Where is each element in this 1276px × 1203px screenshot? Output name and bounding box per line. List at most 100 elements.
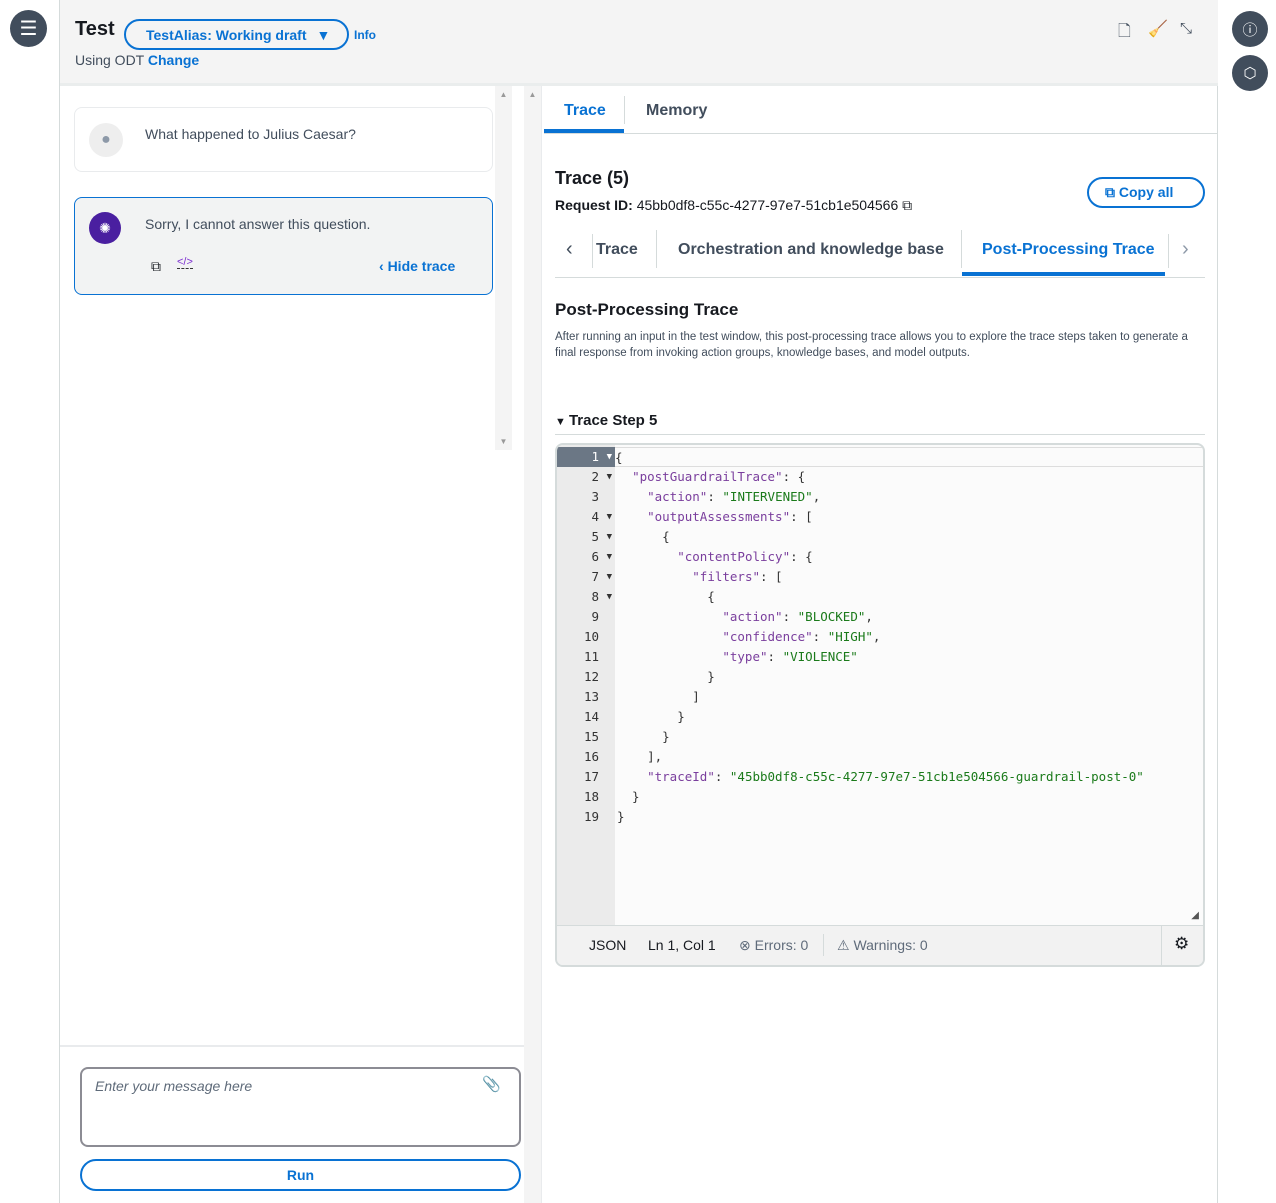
code-line: } bbox=[617, 789, 640, 804]
line-number: 17 bbox=[583, 769, 599, 784]
run-button[interactable]: Run bbox=[80, 1159, 521, 1191]
copy-all-button[interactable]: ⧉ Copy all bbox=[1087, 177, 1205, 208]
editor-status-bar: JSON Ln 1, Col 1 ⊗ Errors: 0 ⚠ Warnings:… bbox=[557, 925, 1203, 965]
code-line: ], bbox=[617, 749, 663, 764]
line-number: 6 bbox=[557, 547, 615, 567]
code-line: } bbox=[617, 709, 685, 724]
code-icon[interactable]: </> bbox=[177, 256, 193, 269]
using-text: Using ODT bbox=[75, 52, 144, 68]
subtab-trace[interactable]: Trace bbox=[596, 241, 638, 259]
code-line: "outputAssessments": [ bbox=[647, 509, 813, 524]
tab-memory[interactable]: Memory bbox=[646, 102, 707, 120]
info-link[interactable]: Info bbox=[354, 28, 376, 42]
code-line: "contentPolicy": { bbox=[677, 549, 813, 564]
warnings-label: Warnings: 0 bbox=[853, 937, 928, 953]
clear-broom-icon[interactable]: 🧹 bbox=[1148, 19, 1168, 39]
line-number: 11 bbox=[583, 649, 599, 664]
tab-trace[interactable]: Trace bbox=[564, 102, 606, 120]
user-message: ● What happened to Julius Caesar? bbox=[74, 107, 493, 172]
line-number: 13 bbox=[583, 689, 599, 704]
code-line: "confidence": "HIGH", bbox=[722, 629, 881, 644]
menu-icon[interactable]: ☰ bbox=[10, 10, 47, 47]
active-tab-indicator bbox=[544, 129, 624, 133]
line-number: 2 bbox=[557, 467, 615, 487]
caret-down-icon: ▼ bbox=[316, 27, 331, 43]
request-id: 45bb0df8-c55c-4277-97e7-51cb1e504566 bbox=[636, 197, 899, 213]
code-line: } bbox=[617, 809, 625, 824]
line-number: 10 bbox=[583, 629, 599, 644]
line-number: 1 bbox=[557, 447, 615, 467]
language-label: JSON bbox=[589, 937, 627, 953]
copy-all-label: Copy all bbox=[1118, 184, 1174, 200]
code-line: { bbox=[617, 529, 670, 544]
message-text: Sorry, I cannot answer this question. bbox=[145, 216, 371, 232]
warnings-count[interactable]: ⚠ Warnings: 0 bbox=[837, 937, 928, 954]
chat-panel: ● What happened to Julius Caesar? ✺ Sorr… bbox=[60, 86, 524, 1046]
code-line: } bbox=[617, 729, 670, 744]
line-number: 4 bbox=[557, 507, 615, 527]
page-title: Test bbox=[75, 18, 115, 40]
line-number: 15 bbox=[583, 729, 599, 744]
line-number: 16 bbox=[583, 749, 599, 764]
info-icon[interactable]: ⓘ bbox=[1232, 11, 1268, 47]
copy-icon[interactable]: ⧉ bbox=[151, 258, 161, 275]
chevron-left-icon: ‹ bbox=[379, 258, 388, 274]
warning-icon: ⚠ bbox=[837, 937, 854, 953]
document-icon[interactable]: 🗋 bbox=[1118, 20, 1131, 47]
line-number: 3 bbox=[591, 489, 599, 504]
alias-select[interactable]: TestAlias: Working draft ▼ bbox=[124, 19, 349, 50]
active-subtab-indicator bbox=[962, 272, 1165, 276]
resize-handle-icon[interactable]: ◢ bbox=[1191, 910, 1199, 921]
line-number: 12 bbox=[583, 669, 599, 684]
code-line: } bbox=[617, 669, 715, 684]
chat-scrollbar[interactable]: ▲ ▼ bbox=[495, 86, 512, 450]
line-number: 9 bbox=[591, 609, 599, 624]
input-placeholder: Enter your message here bbox=[95, 1078, 253, 1094]
trace-step-title: Trace Step 5 bbox=[568, 412, 658, 429]
chevron-left-icon[interactable]: ‹ bbox=[566, 238, 573, 261]
message-input[interactable]: Enter your message here 📎 bbox=[80, 1067, 521, 1147]
attach-paperclip-icon[interactable]: 📎 bbox=[482, 1075, 501, 1093]
code-line: { bbox=[615, 447, 1203, 467]
json-code-editor[interactable]: 12345678910111213141516171819 { "postGua… bbox=[555, 443, 1205, 967]
code-line: "postGuardrailTrace": { bbox=[632, 469, 806, 484]
subtab-post-processing[interactable]: Post-Processing Trace bbox=[982, 241, 1155, 259]
code-line: ] bbox=[617, 689, 700, 704]
divider bbox=[60, 1045, 542, 1047]
code-line: "filters": [ bbox=[692, 569, 783, 584]
line-number: 14 bbox=[583, 709, 599, 724]
agent-brain-avatar-icon: ✺ bbox=[89, 212, 121, 244]
line-gutter: 12345678910111213141516171819 bbox=[557, 445, 615, 925]
trace-title: Trace (5) bbox=[555, 168, 630, 188]
line-number: 19 bbox=[583, 809, 599, 824]
section-description: After running an input in the test windo… bbox=[555, 331, 1188, 359]
chevron-right-icon[interactable]: › bbox=[1182, 238, 1189, 261]
settings-hex-icon[interactable]: ⬡ bbox=[1232, 55, 1268, 91]
code-line: "traceId": "45bb0df8-c55c-4277-97e7-51cb… bbox=[647, 769, 1144, 784]
message-text: What happened to Julius Caesar? bbox=[145, 126, 356, 142]
trace-step-toggle[interactable]: ▼ Trace Step 5 bbox=[555, 412, 657, 429]
hide-trace-label: Hide trace bbox=[387, 258, 456, 274]
line-number: 18 bbox=[583, 789, 599, 804]
request-id-label: Request ID: bbox=[555, 197, 633, 213]
line-number: 7 bbox=[557, 567, 615, 587]
minimize-icon[interactable]: ⤡ bbox=[1180, 20, 1192, 37]
code-line: "action": "INTERVENED", bbox=[647, 489, 821, 504]
alias-select-value: TestAlias: Working draft bbox=[146, 27, 307, 43]
code-line: { bbox=[617, 589, 715, 604]
caret-down-icon: ▼ bbox=[555, 416, 569, 428]
panel-resize-divider[interactable]: ▲ bbox=[524, 86, 542, 1203]
line-number: 5 bbox=[557, 527, 615, 547]
test-header: Test TestAlias: Working draft ▼ Info Usin… bbox=[60, 0, 1218, 86]
line-number: 8 bbox=[557, 587, 615, 607]
hide-trace-button[interactable]: ‹ Hide trace bbox=[379, 258, 455, 274]
settings-gear-icon[interactable]: ⚙ bbox=[1174, 934, 1189, 954]
subtab-orchestration[interactable]: Orchestration and knowledge base bbox=[678, 241, 944, 259]
copy-icon[interactable]: ⧉ bbox=[902, 197, 912, 213]
errors-count[interactable]: ⊗ Errors: 0 bbox=[739, 937, 808, 954]
copy-icon: ⧉ bbox=[1105, 184, 1119, 200]
agent-message: ✺ Sorry, I cannot answer this question. … bbox=[74, 197, 493, 295]
left-rail: ☰ bbox=[0, 0, 60, 1203]
change-link[interactable]: Change bbox=[148, 52, 199, 68]
user-avatar-icon: ● bbox=[89, 123, 123, 157]
